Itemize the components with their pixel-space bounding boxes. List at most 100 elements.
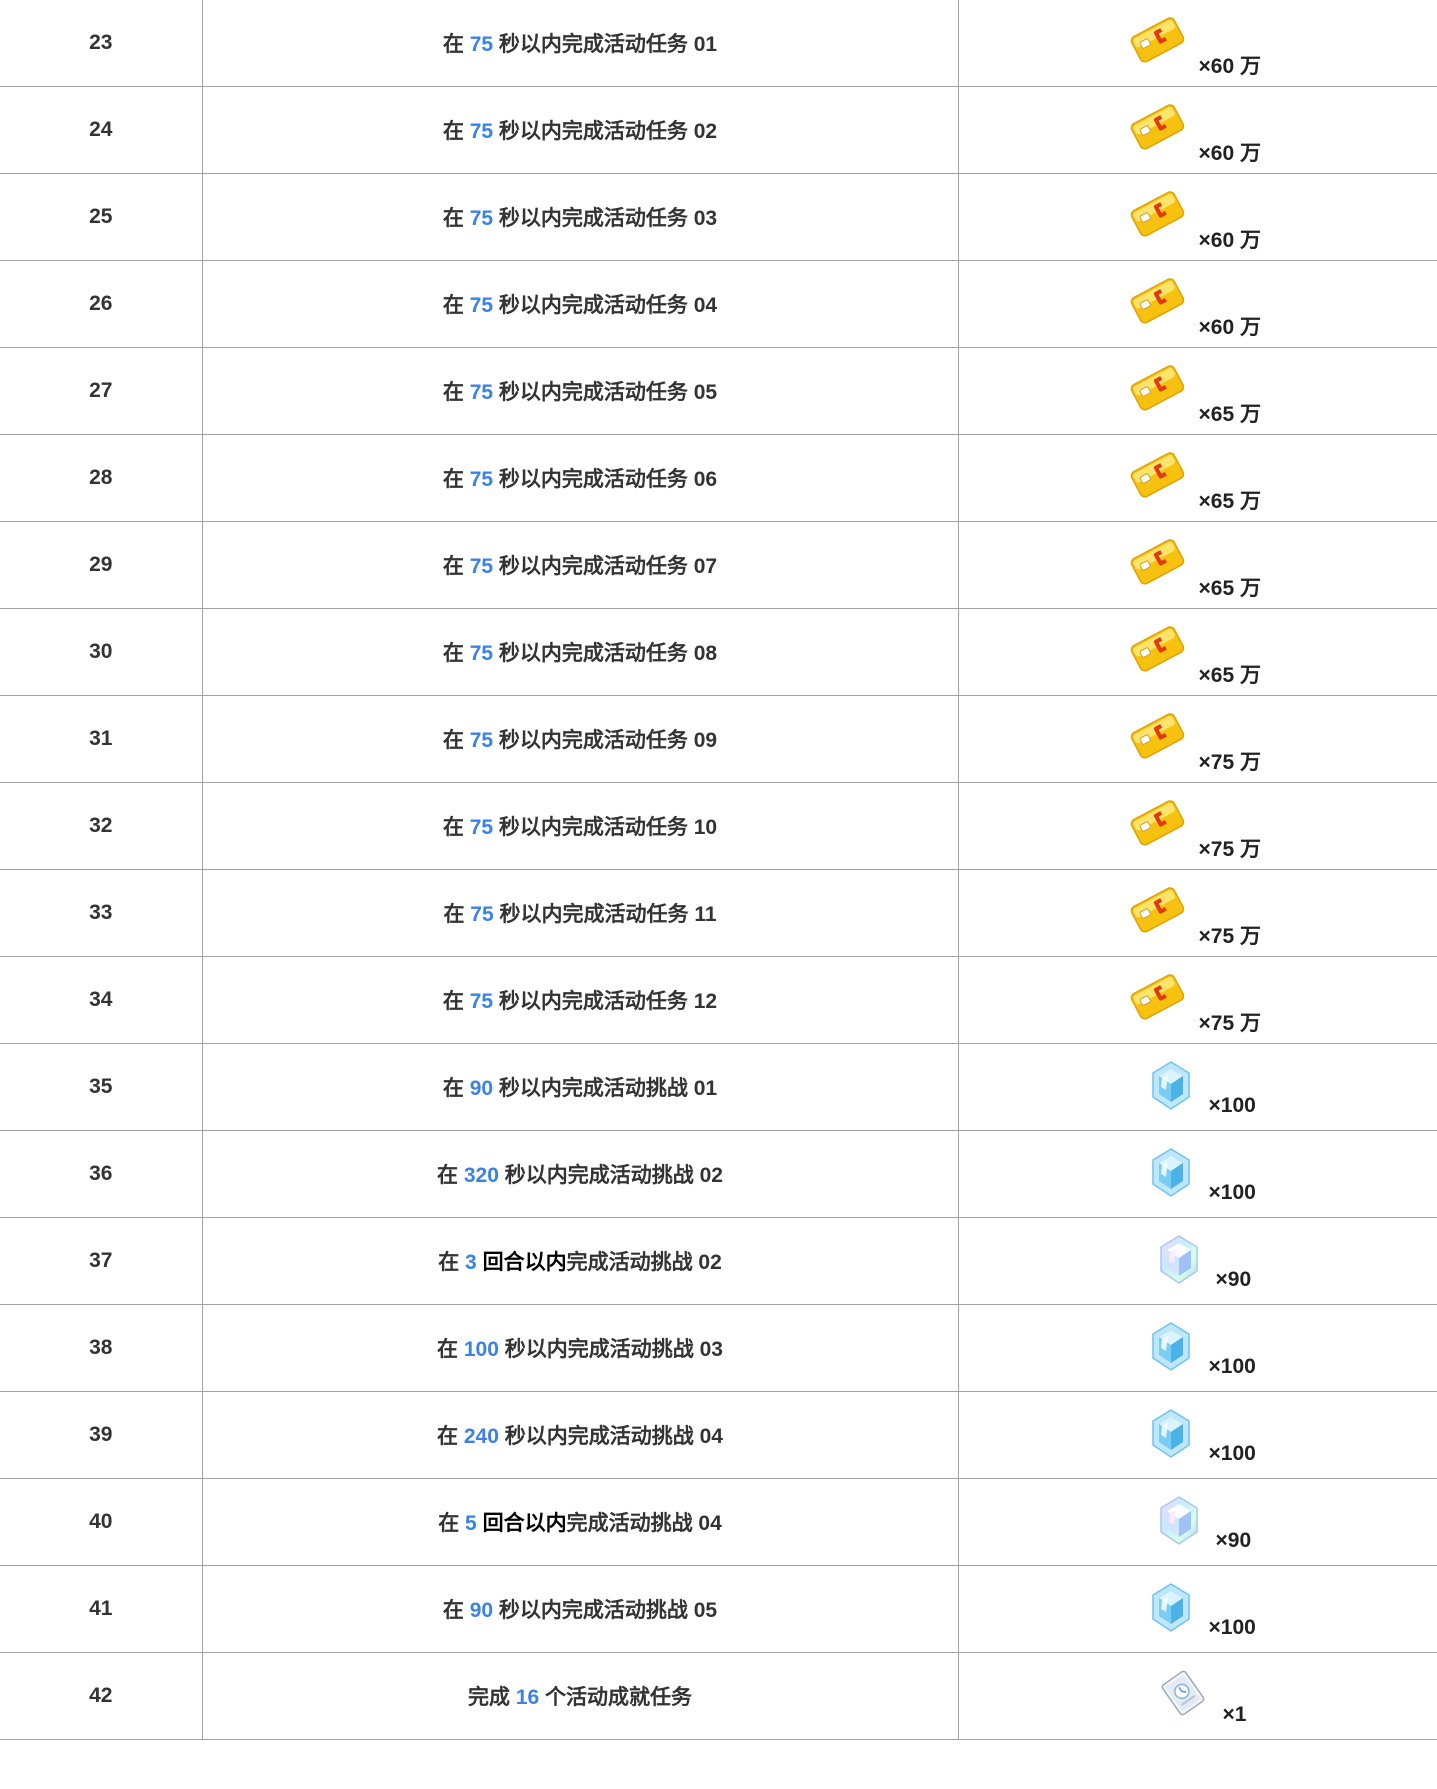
desc-number: 75: [469, 120, 494, 143]
reward-cell: ×65 万: [957, 521, 1437, 609]
reward-cell: ×60 万: [957, 260, 1437, 348]
desc-prefix: 在: [442, 381, 470, 404]
desc-prefix: 在: [442, 120, 470, 143]
reward-quantity: ×60 万: [1198, 316, 1261, 339]
reward-quantity: ×60 万: [1198, 55, 1261, 78]
crystal-icon: [1149, 1582, 1193, 1634]
desc-number: 320: [463, 1164, 499, 1187]
reward-cell: ×90: [957, 1478, 1437, 1566]
desc-code: 02: [693, 120, 718, 143]
desc-number: 5: [465, 1512, 477, 1535]
table-row: 42 完成 16 个活动成就任务 ×1: [0, 1652, 1437, 1740]
coin-card-icon: [1129, 188, 1185, 238]
reward-cell: ×100: [957, 1130, 1437, 1218]
reward-cell: ×100: [957, 1304, 1437, 1392]
desc-prefix: 完成: [467, 1686, 516, 1709]
desc-number: 100: [463, 1338, 499, 1361]
table-row: 36 在 320 秒以内完成活动挑战 02 ×100: [0, 1130, 1437, 1218]
row-id: 27: [0, 347, 203, 435]
coin-card-icon: [1129, 101, 1185, 151]
row-id: 29: [0, 521, 203, 609]
desc-code: 04: [693, 294, 718, 317]
reward-quantity: ×75 万: [1198, 925, 1261, 948]
desc-prefix: 在: [442, 1599, 470, 1622]
mission-description: 在 320 秒以内完成活动挑战 02: [201, 1130, 959, 1218]
desc-text: 秒以内完成活动任务: [493, 381, 694, 404]
desc-code: 01: [693, 33, 718, 56]
row-id: 26: [0, 260, 203, 348]
desc-prefix: 在: [442, 207, 470, 230]
table-row: 35 在 90 秒以内完成活动挑战 01 ×100: [0, 1043, 1437, 1131]
row-id: 33: [0, 869, 203, 957]
table-row: 38 在 100 秒以内完成活动挑战 03 ×100: [0, 1304, 1437, 1392]
desc-prefix: 在: [442, 816, 470, 839]
reward-cell: ×65 万: [957, 608, 1437, 696]
mission-description: 完成 16 个活动成就任务: [201, 1652, 959, 1740]
reward-quantity: ×100: [1208, 1094, 1256, 1117]
table-row: 41 在 90 秒以内完成活动挑战 05 ×100: [0, 1565, 1437, 1653]
table-row: 26 在 75 秒以内完成活动任务 04 ×60 万: [0, 260, 1437, 348]
reward-quantity: ×75 万: [1198, 751, 1261, 774]
reward-quantity: ×65 万: [1198, 664, 1261, 687]
reward-quantity: ×100: [1208, 1181, 1256, 1204]
desc-text: 秒以内完成活动挑战: [498, 1338, 700, 1361]
mission-description: 在 90 秒以内完成活动挑战 01: [201, 1043, 959, 1131]
reward-quantity: ×65 万: [1198, 490, 1261, 513]
desc-code: 01: [693, 1077, 718, 1100]
reward-cell: ×60 万: [957, 0, 1437, 87]
mission-description: 在 5 回合以内完成活动挑战 04: [201, 1478, 959, 1566]
row-id: 28: [0, 434, 203, 522]
table-row: 34 在 75 秒以内完成活动任务 12 ×75 万: [0, 956, 1437, 1044]
mission-description: 在 90 秒以内完成活动挑战 05: [201, 1565, 959, 1653]
coin-card-icon: [1129, 449, 1185, 499]
desc-text: 秒以内完成活动任务: [493, 990, 694, 1013]
desc-code: 08: [693, 642, 718, 665]
desc-code: 10: [693, 816, 718, 839]
reward-quantity: ×75 万: [1198, 838, 1261, 861]
desc-number: 75: [469, 294, 494, 317]
mission-description: 在 75 秒以内完成活动任务 07: [201, 521, 959, 609]
desc-code: 04: [698, 1512, 722, 1535]
mission-description: 在 75 秒以内完成活动任务 10: [201, 782, 959, 870]
table-row: 27 在 75 秒以内完成活动任务 05 ×65 万: [0, 347, 1437, 435]
desc-code: 02: [698, 1251, 722, 1274]
desc-number: 75: [469, 381, 494, 404]
desc-code: 02: [699, 1164, 723, 1187]
crystal-icon: [1149, 1408, 1193, 1460]
desc-prefix: 在: [442, 294, 470, 317]
desc-prefix: 在: [438, 1512, 466, 1535]
desc-number: 75: [469, 207, 494, 230]
reward-cell: ×60 万: [957, 173, 1437, 261]
desc-text: 秒以内完成活动任务: [493, 120, 694, 143]
row-id: 40: [0, 1478, 203, 1566]
desc-text: 秒以内完成活动任务: [493, 816, 694, 839]
mission-description: 在 100 秒以内完成活动挑战 03: [201, 1304, 959, 1392]
mission-description: 在 75 秒以内完成活动任务 01: [201, 0, 959, 87]
rainbow-crystal-icon: [1157, 1234, 1201, 1286]
reward-quantity: ×100: [1208, 1355, 1256, 1378]
mission-description: 在 75 秒以内完成活动任务 11: [201, 869, 959, 957]
coin-card-icon: [1129, 362, 1185, 412]
coin-card-icon: [1129, 710, 1185, 760]
desc-condition: 回合以内: [476, 1251, 567, 1274]
desc-suffix: 完成活动挑战: [566, 1512, 699, 1535]
desc-number: 75: [469, 729, 494, 752]
desc-code: 03: [693, 207, 718, 230]
desc-number: 75: [469, 33, 494, 56]
crystal-icon: [1149, 1060, 1193, 1112]
rainbow-crystal-icon: [1157, 1495, 1201, 1547]
row-id: 39: [0, 1391, 203, 1479]
coin-card-icon: [1129, 275, 1185, 325]
desc-text: 秒以内完成活动任务: [493, 33, 694, 56]
mission-description: 在 75 秒以内完成活动任务 05: [201, 347, 959, 435]
desc-code: 04: [699, 1425, 723, 1448]
coin-card-icon: [1129, 884, 1185, 934]
desc-code: 05: [693, 1599, 718, 1622]
mission-description: 在 75 秒以内完成活动任务 03: [201, 173, 959, 261]
row-id: 24: [0, 86, 203, 174]
mission-description: 在 75 秒以内完成活动任务 06: [201, 434, 959, 522]
crystal-icon: [1149, 1321, 1193, 1373]
row-id: 35: [0, 1043, 203, 1131]
reward-quantity: ×65 万: [1198, 403, 1261, 426]
desc-prefix: 在: [438, 1251, 466, 1274]
